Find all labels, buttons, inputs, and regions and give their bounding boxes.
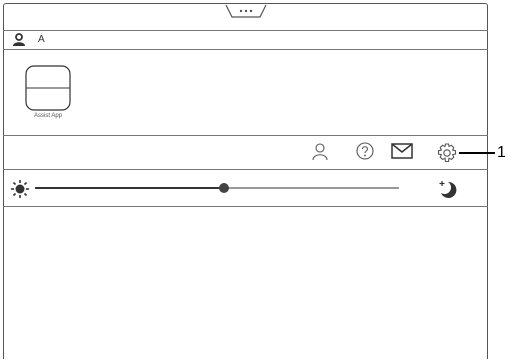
slider-track[interactable] bbox=[224, 187, 399, 189]
user-name: A bbox=[38, 34, 45, 45]
callout-line bbox=[459, 152, 495, 154]
help-icon[interactable] bbox=[355, 141, 375, 161]
callout-number: 1 bbox=[497, 144, 505, 161]
app-tile-icon bbox=[25, 65, 71, 111]
pull-down-tab-icon[interactable] bbox=[225, 4, 267, 19]
user-row[interactable]: A bbox=[3, 30, 488, 50]
divider bbox=[3, 206, 488, 207]
ereader-screen bbox=[3, 3, 488, 359]
user-icon bbox=[13, 33, 25, 46]
divider bbox=[3, 135, 488, 136]
slider-fill bbox=[35, 187, 225, 189]
divider bbox=[3, 169, 488, 170]
moon-icon bbox=[439, 181, 457, 198]
app-label: Assist App bbox=[33, 113, 62, 119]
mail-icon[interactable] bbox=[391, 142, 413, 160]
sun-icon bbox=[11, 180, 29, 198]
gear-icon[interactable] bbox=[436, 142, 458, 164]
person-icon[interactable] bbox=[310, 141, 330, 161]
